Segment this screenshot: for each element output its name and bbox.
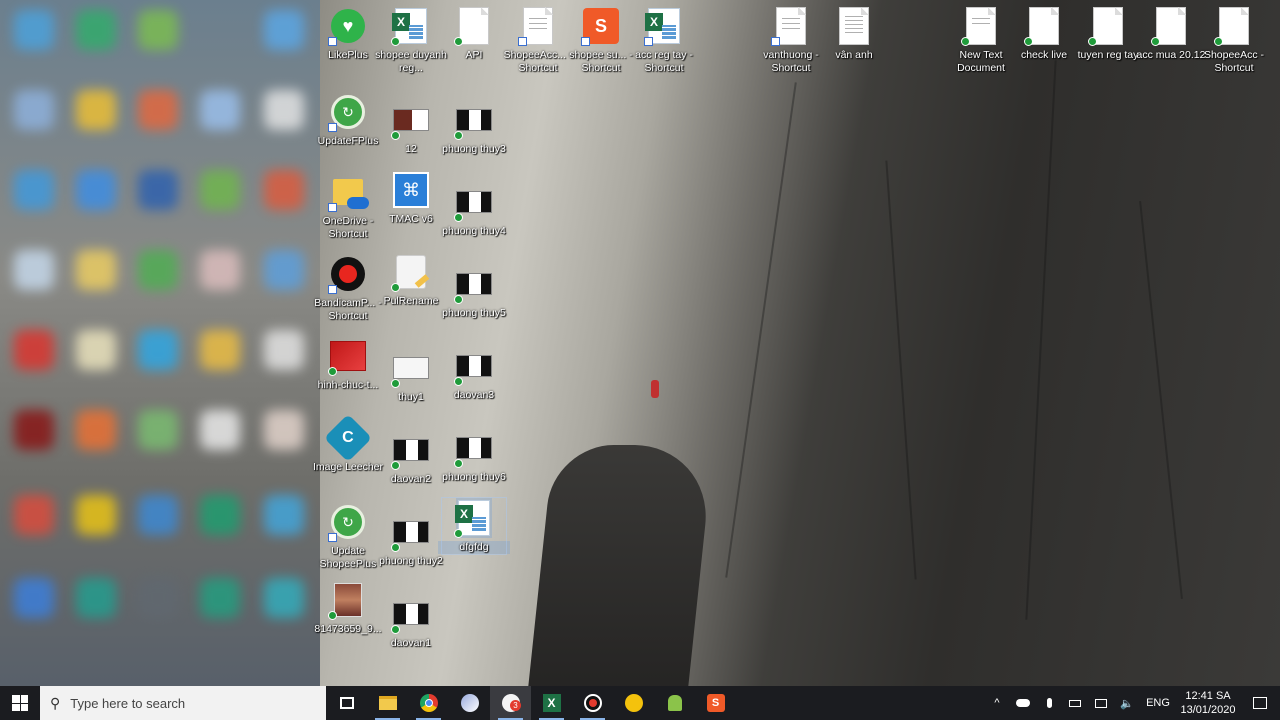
clock-time: 12:41 SA [1185, 690, 1231, 702]
notification-icon [1253, 697, 1267, 709]
check-live-doc-icon[interactable]: check live [1012, 6, 1076, 62]
show-hidden-icons-button[interactable]: ^ [984, 686, 1010, 720]
battery-icon[interactable] [1062, 686, 1088, 720]
acc-mua-doc-icon[interactable]: acc mua 20.12 [1137, 6, 1205, 62]
photo-81473659-icon[interactable]: 81473659_9... [314, 580, 382, 636]
shopee-su-shortcut-icon[interactable]: S shopee su... - Shortcut [569, 6, 633, 75]
acc-reg-tay-shortcut-icon[interactable]: X acc reg tay - Shortcut [632, 6, 696, 75]
taskbar-excel[interactable]: X [531, 686, 572, 720]
onedrive-tray-icon[interactable] [1010, 686, 1036, 720]
rock-pillar [526, 445, 714, 686]
task-view-icon [339, 697, 354, 709]
daovan3-icon[interactable]: daovan3 [442, 346, 506, 402]
desktop-wallpaper [0, 0, 1280, 686]
new-text-document-icon[interactable]: New Text Document [949, 6, 1013, 75]
blurred-region [0, 0, 320, 686]
input-language-button[interactable]: ENG [1140, 686, 1176, 720]
phuong-thuy6-icon[interactable]: phuong thuy6 [442, 428, 506, 484]
microphone-icon[interactable] [1036, 686, 1062, 720]
likeplus-icon[interactable]: ♥ LikePlus [316, 6, 380, 62]
windows-logo-icon [12, 695, 28, 711]
pulrename-icon[interactable]: PulRename [379, 252, 443, 308]
daovan2-icon[interactable]: daovan2 [379, 430, 443, 486]
record-icon [583, 694, 602, 712]
taskbar-chrome[interactable] [408, 686, 449, 720]
taskbar-app-3[interactable] [449, 686, 490, 720]
taskbar-search-box[interactable]: ⚲ Type here to search [40, 686, 326, 720]
shopee-icon: S [706, 694, 725, 712]
vanthuong-shortcut-icon[interactable]: vanthuong - Shortcut [759, 6, 823, 75]
image-leecher-icon[interactable]: C Image Leecher [313, 413, 383, 474]
hinh-chuc-image-icon[interactable]: hinh-chuc-t... [316, 336, 380, 392]
folder-icon [378, 696, 397, 710]
shopeeacc-shortcut-2-icon[interactable]: ShopeeAcc - Shortcut [1202, 6, 1266, 75]
clock[interactable]: 12:41 SA 13/01/2020 [1176, 689, 1240, 717]
dfgfdg-xls-icon[interactable]: X dfgfdg [438, 497, 510, 555]
smiley-icon [624, 694, 643, 712]
updatefplus-icon[interactable]: ↻ UpdateFPlus [316, 92, 380, 148]
phuong-thuy4-icon[interactable]: phuong thuy4 [442, 182, 506, 238]
taskbar-bandicam[interactable] [572, 686, 613, 720]
android-icon [667, 695, 682, 711]
taskbar-file-explorer[interactable] [367, 686, 408, 720]
taskbar-app-8[interactable] [613, 686, 654, 720]
shopee-duyanh-xls-icon[interactable]: X shopee duyanh reg... [375, 6, 447, 75]
bandicam-shortcut-icon[interactable]: BandicamP... - Shortcut [314, 254, 382, 323]
api-doc-icon[interactable]: API [442, 6, 506, 62]
tuyen-reg-tay-doc-icon[interactable]: tuyen reg tay [1076, 6, 1140, 62]
chrome-icon [419, 694, 438, 712]
taskbar: ⚲ Type here to search 3 X S ^ 🔈 ENG 12:4… [0, 686, 1280, 720]
taskbar-chrome-profile[interactable]: 3 [490, 686, 531, 720]
onedrive-shortcut-icon[interactable]: OneDrive - Shortcut [316, 172, 380, 241]
tmac-v6-icon[interactable]: ⌘ TMAC v6 [379, 170, 443, 226]
chevron-up-icon: ^ [994, 697, 1000, 709]
taskbar-android[interactable] [654, 686, 695, 720]
start-button[interactable] [0, 686, 40, 720]
system-tray: ^ 🔈 ENG 12:41 SA 13/01/2020 [984, 686, 1280, 720]
phuong-thuy3-icon[interactable]: phuong thuy3 [442, 100, 506, 156]
image-12-icon[interactable]: 12 [379, 100, 443, 156]
phuong-thuy5-icon[interactable]: phuong thuy5 [442, 264, 506, 320]
network-icon[interactable] [1088, 686, 1114, 720]
search-placeholder: Type here to search [70, 695, 186, 711]
taskbar-shopee[interactable]: S [695, 686, 736, 720]
search-icon: ⚲ [50, 694, 61, 711]
excel-icon: X [542, 694, 561, 712]
update-shopeeplus-icon[interactable]: ↻ Update ShopeePlus [316, 502, 380, 571]
notification-badge: 3 [510, 700, 521, 711]
shopeeacc-shortcut-icon[interactable]: ShopeeAcc... - Shortcut [504, 6, 572, 75]
thuy1-icon[interactable]: thuy1 [379, 348, 443, 404]
clock-date: 13/01/2020 [1180, 704, 1236, 716]
daovan1-icon[interactable]: daovan1 [379, 594, 443, 650]
climber [651, 380, 659, 398]
action-center-button[interactable] [1240, 686, 1280, 720]
paint-palette-icon [460, 694, 479, 712]
phuong-thuy2-icon[interactable]: phuong thuy2 [379, 512, 443, 568]
van-anh-doc-icon[interactable]: vân anh [822, 6, 886, 62]
task-view-button[interactable] [326, 686, 367, 720]
volume-icon[interactable]: 🔈 [1114, 686, 1140, 720]
